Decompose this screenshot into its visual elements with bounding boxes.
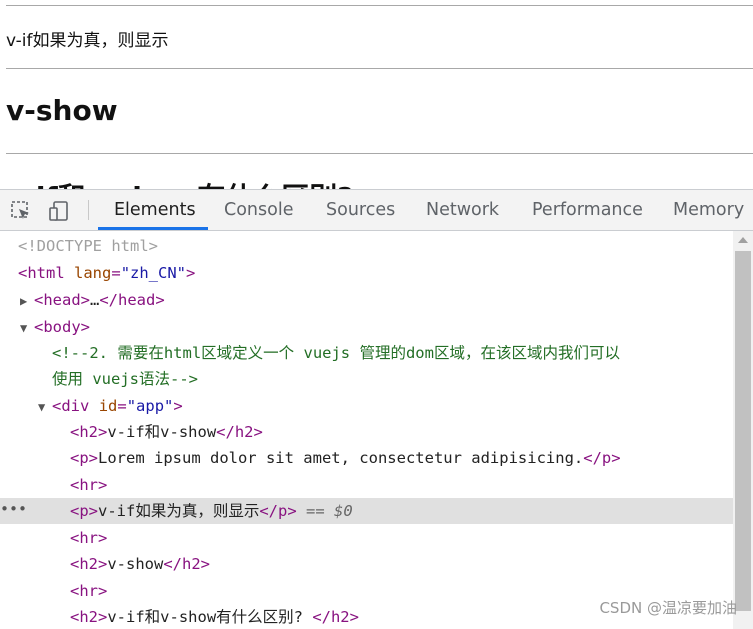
heading-v-show: v-show: [6, 94, 118, 127]
attr-value: "app": [126, 397, 174, 415]
dom-node-doctype[interactable]: <!DOCTYPE html>: [0, 233, 733, 259]
h2-text: v-if和v-show有什么区别?: [107, 608, 313, 626]
active-tab-indicator: [98, 227, 208, 230]
tag-name: div: [61, 397, 90, 415]
inspect-element-icon[interactable]: [10, 200, 32, 222]
dom-node-h2[interactable]: <h2>v-if和v-show</h2>: [0, 419, 733, 445]
collapse-triangle-icon[interactable]: ▼: [38, 394, 52, 420]
dom-node-div-app[interactable]: ▼ <div id="app">: [0, 393, 733, 419]
comment-line-1: <!--2. 需要在html区域定义一个 vuejs 管理的dom区域，在该区域…: [52, 344, 620, 362]
attr-name: lang: [74, 264, 112, 282]
tab-performance[interactable]: Performance: [532, 190, 643, 230]
dom-tree: <!DOCTYPE html> <html lang="zh_CN"> ▶ <he…: [0, 231, 733, 629]
head-close: </head>: [99, 291, 165, 309]
h2-text: v-show: [107, 555, 164, 573]
attr-value: "zh_CN": [120, 264, 187, 282]
scroll-up-arrow-icon[interactable]: [738, 237, 748, 243]
tab-console[interactable]: Console: [224, 190, 293, 230]
body-open: <body>: [34, 318, 90, 336]
paragraph-text: v-if如果为真，则显示: [6, 31, 169, 51]
attr-name: id: [98, 397, 118, 415]
comment-line-2: 使用 vuejs语法-->: [52, 370, 198, 388]
watermark-text: CSDN @温凉要加油: [599, 599, 737, 617]
dom-node-p[interactable]: <p>Lorem ipsum dolor sit amet, consectet…: [0, 445, 733, 471]
tab-elements[interactable]: Elements: [114, 190, 196, 230]
tab-sources[interactable]: Sources: [326, 190, 395, 230]
tab-network[interactable]: Network: [426, 190, 499, 230]
dom-node-h2[interactable]: <h2>v-show</h2>: [0, 551, 733, 577]
collapse-triangle-icon[interactable]: ▼: [20, 315, 34, 341]
dom-node-comment-cont[interactable]: 使用 vuejs语法-->: [0, 366, 733, 392]
page-viewport: v-if如果为真，则显示 v-show v-if和v-show有什么区别?: [0, 0, 753, 190]
heading-partial: v-if和v-show有什么区别?: [6, 176, 353, 190]
tag-name: html: [27, 264, 65, 282]
more-options-icon[interactable]: •••: [0, 496, 27, 522]
devtools-panel: Elements Console Sources Network Perform…: [0, 189, 753, 629]
horizontal-rule: [6, 5, 753, 6]
dom-node-hr[interactable]: <hr>: [0, 472, 733, 498]
p-text: Lorem ipsum dolor sit amet, consectetur …: [98, 449, 584, 467]
device-toolbar-icon[interactable]: [48, 200, 70, 222]
devtools-toolbar: Elements Console Sources Network Perform…: [0, 190, 753, 231]
dom-node-comment[interactable]: <!--2. 需要在html区域定义一个 vuejs 管理的dom区域，在该区域…: [0, 340, 733, 366]
horizontal-rule: [6, 153, 753, 154]
tab-memory[interactable]: Memory: [673, 190, 744, 230]
dom-node-html[interactable]: <html lang="zh_CN">: [0, 260, 733, 286]
head-open: <head>: [34, 291, 90, 309]
vertical-scrollbar[interactable]: [733, 231, 753, 629]
p-text: v-if如果为真，则显示: [98, 502, 260, 520]
toolbar-separator: [88, 200, 89, 220]
expand-triangle-icon[interactable]: ▶: [20, 288, 34, 314]
horizontal-rule: [6, 68, 753, 69]
dom-node-head[interactable]: ▶ <head>…</head>: [0, 287, 733, 313]
head-ellipsis: …: [90, 291, 100, 309]
scrollbar-thumb[interactable]: [735, 251, 751, 611]
dom-node-hr[interactable]: <hr>: [0, 525, 733, 551]
h2-text: v-if和v-show: [107, 423, 217, 441]
selected-marker: == $0: [306, 502, 353, 520]
dom-node-p-selected[interactable]: ••• <p>v-if如果为真，则显示</p> == $0: [0, 498, 733, 524]
doctype-text: <!DOCTYPE html>: [18, 237, 158, 255]
dom-node-body[interactable]: ▼ <body>: [0, 314, 733, 340]
